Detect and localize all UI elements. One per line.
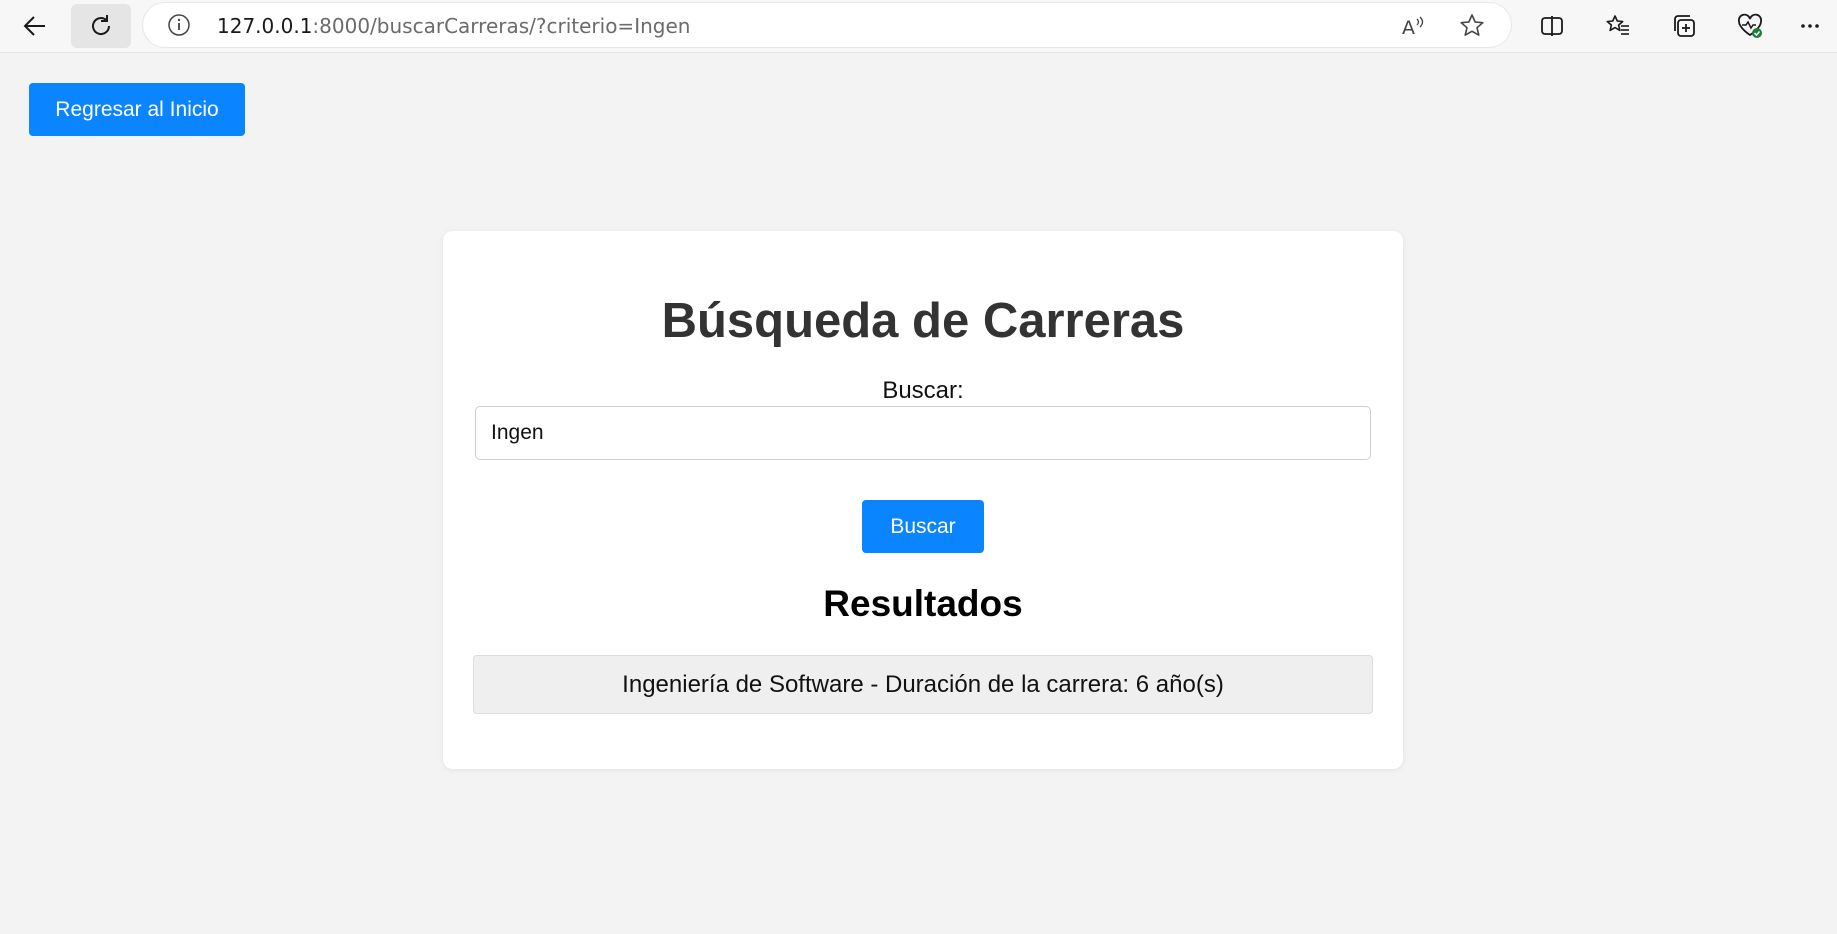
refresh-button[interactable] <box>71 4 131 48</box>
back-arrow-icon <box>23 16 45 36</box>
split-screen-button[interactable] <box>1522 4 1582 48</box>
more-icon <box>1801 24 1819 28</box>
url-path: :8000/buscarCarreras/?criterio=Ingen <box>312 14 691 38</box>
favorites-button[interactable] <box>1588 4 1648 48</box>
collections-icon <box>1674 15 1695 37</box>
results-title: Resultados <box>823 583 1023 624</box>
collections-button[interactable] <box>1654 4 1714 48</box>
search-button[interactable]: Buscar <box>862 500 984 553</box>
favorites-icon <box>1606 15 1629 35</box>
split-screen-icon <box>1541 16 1563 36</box>
svg-text:A: A <box>1402 17 1415 39</box>
search-input[interactable] <box>475 406 1371 460</box>
home-button[interactable]: Regresar al Inicio <box>29 83 245 136</box>
page-title: Búsqueda de Carreras <box>661 294 1185 348</box>
star-icon[interactable] <box>1459 13 1485 39</box>
back-button[interactable] <box>5 4 65 48</box>
address-bar[interactable]: 127.0.0.1:8000/buscarCarreras/?criterio=… <box>143 3 1511 47</box>
more-button[interactable] <box>1780 4 1837 48</box>
browser-essentials-button[interactable] <box>1720 4 1780 48</box>
refresh-icon <box>92 15 111 35</box>
result-item: Ingeniería de Software - Duración de la … <box>473 655 1373 714</box>
search-card: Búsqueda de Carreras Buscar: Buscar Resu… <box>443 231 1403 769</box>
browser-toolbar: 127.0.0.1:8000/buscarCarreras/?criterio=… <box>0 0 1837 53</box>
browser-essentials-icon <box>1738 13 1762 38</box>
url-text[interactable]: 127.0.0.1:8000/buscarCarreras/?criterio=… <box>217 14 690 38</box>
info-icon[interactable] <box>167 13 191 37</box>
read-aloud-icon[interactable]: A <box>1400 13 1426 39</box>
search-label: Buscar: <box>882 377 964 404</box>
url-host: 127.0.0.1 <box>217 14 313 38</box>
